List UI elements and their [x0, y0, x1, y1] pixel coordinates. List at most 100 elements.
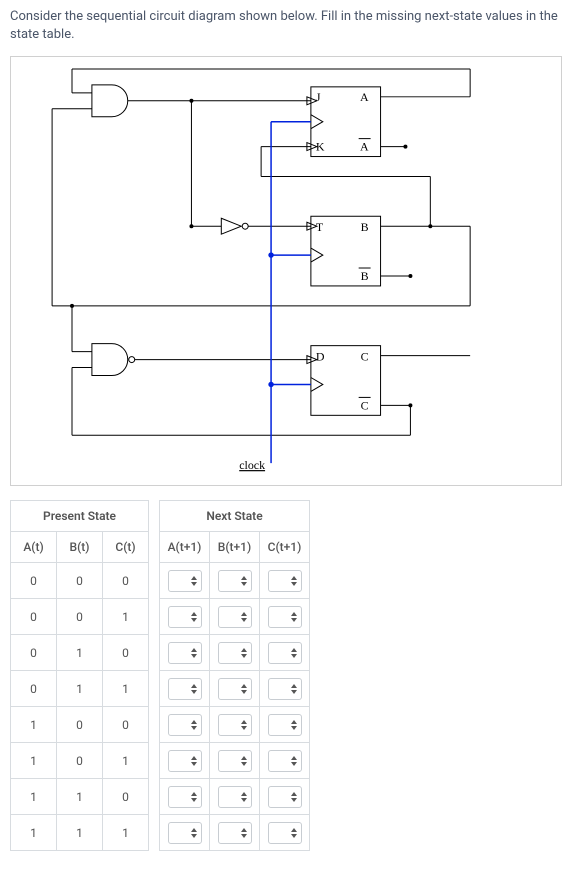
next-cell: [160, 671, 210, 707]
table-row: [160, 743, 310, 779]
next-cell: [260, 635, 310, 671]
value-stepper[interactable]: [218, 606, 252, 628]
clock-label: clock: [239, 458, 265, 472]
next-cell: [210, 779, 260, 815]
ff-c-outbar-label: C: [361, 399, 369, 413]
present-cell: 1: [103, 599, 149, 635]
next-cell: [160, 743, 210, 779]
value-stepper[interactable]: [168, 606, 202, 628]
present-cell: 0: [103, 779, 149, 815]
table-row: [160, 599, 310, 635]
table-row: 110: [11, 779, 149, 815]
value-stepper[interactable]: [268, 570, 302, 592]
value-stepper[interactable]: [218, 750, 252, 772]
table-row: 000: [11, 563, 149, 599]
value-stepper[interactable]: [218, 570, 252, 592]
present-cell: 1: [103, 815, 149, 851]
col-a: A(t): [11, 532, 57, 563]
value-stepper[interactable]: [218, 642, 252, 664]
next-cell: [260, 815, 310, 851]
next-cell: [160, 599, 210, 635]
present-cell: 1: [11, 743, 57, 779]
next-cell: [210, 635, 260, 671]
next-cell: [260, 779, 310, 815]
col-c1: C(t+1): [260, 532, 310, 563]
present-cell: 0: [57, 599, 103, 635]
present-cell: 0: [103, 563, 149, 599]
ff-b-outbar-label: B: [361, 269, 369, 283]
present-cell: 0: [57, 707, 103, 743]
present-cell: 1: [103, 671, 149, 707]
value-stepper[interactable]: [168, 678, 202, 700]
value-stepper[interactable]: [218, 678, 252, 700]
next-cell: [160, 779, 210, 815]
table-row: 010: [11, 635, 149, 671]
value-stepper[interactable]: [268, 714, 302, 736]
state-tables: Present State A(t) B(t) C(t) 00000101001…: [10, 500, 562, 851]
next-cell: [260, 599, 310, 635]
present-cell: 0: [11, 635, 57, 671]
col-a1: A(t+1): [160, 532, 210, 563]
present-cell: 0: [11, 563, 57, 599]
value-stepper[interactable]: [168, 570, 202, 592]
ff-a-j-label: J: [316, 90, 321, 104]
value-stepper[interactable]: [168, 714, 202, 736]
col-b: B(t): [57, 532, 103, 563]
next-cell: [260, 563, 310, 599]
present-cell: 1: [11, 815, 57, 851]
next-cell: [210, 707, 260, 743]
next-cell: [210, 599, 260, 635]
circuit-diagram: J K A A T B B D C C: [10, 56, 562, 486]
and-gate-bottom: [72, 344, 317, 376]
value-stepper[interactable]: [268, 678, 302, 700]
not-gate: [191, 219, 316, 235]
value-stepper[interactable]: [168, 822, 202, 844]
present-cell: 1: [103, 743, 149, 779]
value-stepper[interactable]: [218, 714, 252, 736]
ff-c-out-label: C: [361, 350, 369, 364]
table-row: [160, 707, 310, 743]
next-state-table: Next State A(t+1) B(t+1) C(t+1): [159, 500, 310, 851]
table-row: 111: [11, 815, 149, 851]
value-stepper[interactable]: [218, 786, 252, 808]
col-c: C(t): [103, 532, 149, 563]
and-gate-top: [72, 85, 317, 117]
question-text: Consider the sequential circuit diagram …: [10, 8, 562, 44]
value-stepper[interactable]: [218, 822, 252, 844]
next-cell: [160, 707, 210, 743]
value-stepper[interactable]: [268, 642, 302, 664]
ff-a-out-label: A: [360, 90, 369, 104]
next-cell: [210, 815, 260, 851]
value-stepper[interactable]: [268, 822, 302, 844]
col-b1: B(t+1): [210, 532, 260, 563]
ff-b-t-label: T: [316, 221, 324, 235]
value-stepper[interactable]: [168, 786, 202, 808]
table-row: 011: [11, 671, 149, 707]
ff-c-d-label: D: [316, 350, 325, 364]
value-stepper[interactable]: [268, 750, 302, 772]
present-cell: 1: [11, 779, 57, 815]
present-cell: 1: [57, 779, 103, 815]
present-cell: 1: [11, 707, 57, 743]
value-stepper[interactable]: [168, 642, 202, 664]
next-cell: [210, 563, 260, 599]
present-cell: 0: [103, 707, 149, 743]
table-row: [160, 779, 310, 815]
present-cell: 0: [57, 563, 103, 599]
present-cell: 0: [11, 599, 57, 635]
next-cell: [260, 671, 310, 707]
next-cell: [160, 635, 210, 671]
present-cell: 0: [103, 635, 149, 671]
table-row: 001: [11, 599, 149, 635]
present-cell: 1: [57, 671, 103, 707]
value-stepper[interactable]: [168, 750, 202, 772]
value-stepper[interactable]: [268, 606, 302, 628]
value-stepper[interactable]: [268, 786, 302, 808]
present-state-table: Present State A(t) B(t) C(t) 00000101001…: [10, 500, 149, 851]
next-cell: [210, 743, 260, 779]
table-row: [160, 815, 310, 851]
present-cell: 0: [11, 671, 57, 707]
next-header: Next State: [160, 501, 310, 532]
ff-a-outbar-label: A: [360, 140, 369, 154]
table-row: 101: [11, 743, 149, 779]
